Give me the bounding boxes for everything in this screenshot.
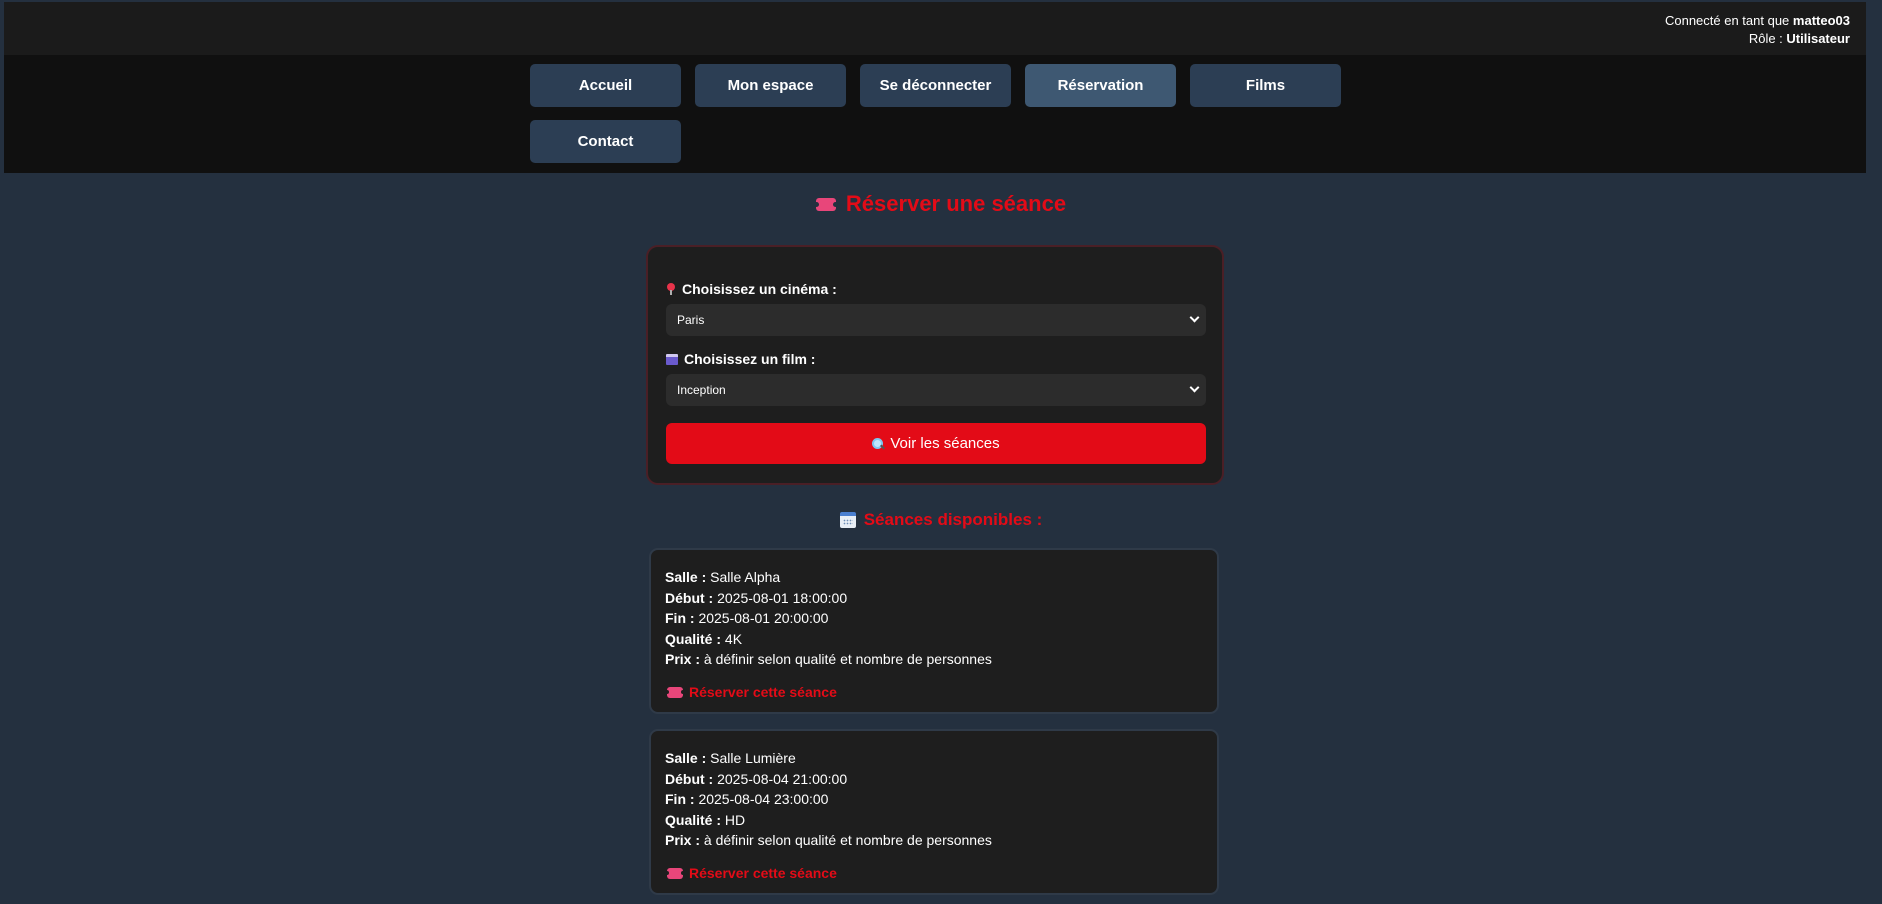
salle-value: Salle Lumière [710,750,796,766]
cinema-select-value: Paris [677,313,705,327]
fin-label: Fin : [665,610,695,626]
nav-reservation-button[interactable]: Réservation [1025,64,1176,107]
session-details: Salle : Salle Lumière Début : 2025-08-04… [665,748,992,851]
connected-line: Connecté en tant que matteo03 [1665,12,1850,30]
prix-value: à définir selon qualité et nombre de per… [703,651,992,667]
session-fin: Fin : 2025-08-04 23:00:00 [665,789,992,810]
film-select-value: Inception [677,383,726,397]
page: Connecté en tant que matteo03 Rôle : Uti… [0,0,1882,904]
nav-mon-espace-button[interactable]: Mon espace [695,64,846,107]
session-prix: Prix : à définir selon qualité et nombre… [665,649,992,670]
reserve-session-link[interactable]: Réserver cette séance [665,865,837,881]
magnifier-icon [872,437,884,450]
nav-films-button[interactable]: Films [1190,64,1341,107]
debut-label: Début : [665,770,714,787]
session-salle: Salle : Salle Lumière [665,748,992,769]
page-title: Réserver une séance [0,191,1882,217]
chevron-down-icon [1189,382,1200,393]
user-bar: Connecté en tant que matteo03 Rôle : Uti… [4,2,1866,55]
qualite-label: Qualité : [665,630,722,647]
role-value: Utilisateur [1786,31,1850,46]
ticket-icon [665,867,685,879]
session-card: Salle : Salle Alpha Début : 2025-08-01 1… [649,548,1219,714]
qualite-label: Qualité : [665,811,722,828]
qualite-value: 4K [724,630,743,647]
view-sessions-label: Voir les séances [890,435,1000,452]
cinema-select[interactable]: Paris [666,304,1206,336]
role-line: Rôle : Utilisateur [1665,30,1850,48]
cinema-label-text: Choisissez un cinéma : [682,281,837,297]
pin-icon [666,283,676,295]
fin-value: 2025-08-01 20:00:00 [698,610,829,626]
session-card: Salle : Salle Lumière Début : 2025-08-04… [649,729,1219,895]
reservation-form: Choisissez un cinéma : Paris Choisissez … [646,245,1224,485]
nav-logout-button[interactable]: Se déconnecter [860,64,1011,107]
debut-label: Début : [665,589,714,606]
session-qualite: Qualité : 4K [665,629,992,650]
nav-accueil-button[interactable]: Accueil [530,64,681,107]
prix-label: Prix : [665,651,701,667]
session-prix: Prix : à définir selon qualité et nombre… [665,830,992,851]
salle-label: Salle : [665,569,707,585]
sessions-title-text: Séances disponibles : [863,510,1043,529]
nav-contact-button[interactable]: Contact [530,120,681,163]
session-debut: Début : 2025-08-01 18:00:00 [665,588,992,609]
qualite-value: HD [724,811,746,828]
cinema-label: Choisissez un cinéma : [666,281,837,297]
chevron-down-icon [1189,312,1200,323]
connected-prefix: Connecté en tant que [1664,13,1790,28]
username: matteo03 [1792,13,1850,28]
role-prefix: Rôle : [1748,31,1783,46]
main-nav: Accueil Mon espace Se déconnecter Réserv… [4,55,1866,173]
calendar-icon [839,512,856,528]
session-qualite: Qualité : HD [665,810,992,831]
ticket-icon [813,197,838,211]
fin-label: Fin : [665,791,695,807]
session-details: Salle : Salle Alpha Début : 2025-08-01 1… [665,567,992,670]
salle-label: Salle : [665,750,707,766]
view-sessions-button[interactable]: Voir les séances [666,423,1206,464]
debut-value: 2025-08-04 21:00:00 [717,770,848,787]
session-salle: Salle : Salle Alpha [665,567,992,588]
prix-value: à définir selon qualité et nombre de per… [703,832,992,848]
page-title-text: Réserver une séance [845,191,1067,216]
user-info: Connecté en tant que matteo03 Rôle : Uti… [1665,12,1850,48]
session-fin: Fin : 2025-08-01 20:00:00 [665,608,992,629]
prix-label: Prix : [665,832,701,848]
debut-value: 2025-08-01 18:00:00 [717,589,848,606]
fin-value: 2025-08-04 23:00:00 [698,791,829,807]
ticket-icon [665,686,685,698]
session-debut: Début : 2025-08-04 21:00:00 [665,769,992,790]
sessions-title: Séances disponibles : [0,510,1882,530]
salle-value: Salle Alpha [710,569,781,585]
clapper-icon [666,353,678,365]
film-select[interactable]: Inception [666,374,1206,406]
nav-buttons: Accueil Mon espace Se déconnecter Réserv… [530,64,1350,163]
reserve-session-label: Réserver cette séance [689,684,837,700]
film-label: Choisissez un film : [666,351,815,367]
film-label-text: Choisissez un film : [684,351,816,367]
reserve-session-label: Réserver cette séance [689,865,837,881]
reserve-session-link[interactable]: Réserver cette séance [665,684,837,700]
